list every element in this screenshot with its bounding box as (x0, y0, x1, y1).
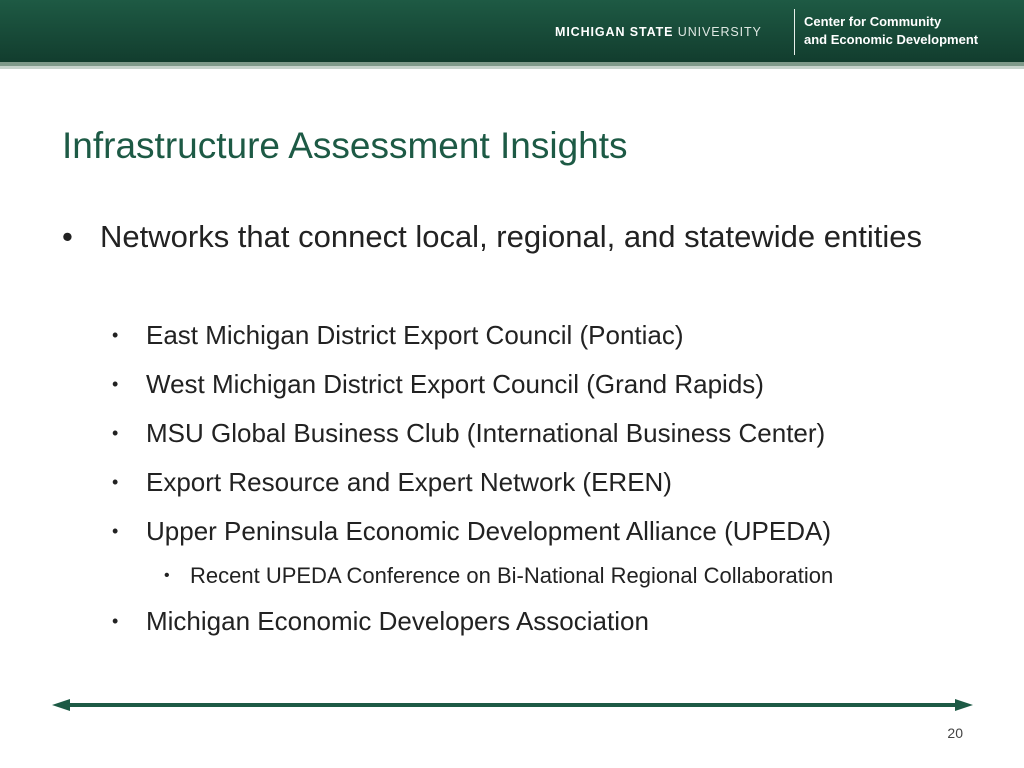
sub-bullet-dot: • (112, 472, 119, 492)
bullet-main-text: Networks that connect local, regional, a… (100, 219, 922, 254)
sub-bullet-dot: • (112, 325, 119, 345)
bullet-dot: • (62, 219, 73, 254)
sub-bullet-text: Michigan Economic Developers Association (146, 606, 649, 636)
sub-bullet-text: East Michigan District Export Council (P… (146, 320, 684, 350)
sub-bullet: • West Michigan District Export Council … (112, 364, 992, 404)
center-name-line1: Center for Community (804, 14, 942, 29)
sub-bullet: • MSU Global Business Club (Internationa… (112, 413, 992, 453)
header-stripe-light (0, 66, 1024, 69)
sub-sub-bullet: • Recent UPEDA Conference on Bi-National… (164, 560, 984, 592)
sub-bullet-text: Upper Peninsula Economic Development All… (146, 516, 831, 546)
sub-sub-bullet-text: Recent UPEDA Conference on Bi-National R… (190, 563, 834, 588)
sub-bullet-text: MSU Global Business Club (International … (146, 418, 826, 448)
sub-bullet: • Upper Peninsula Economic Development A… (112, 511, 992, 551)
header-divider (794, 9, 795, 55)
footer-arrow-right-icon (955, 699, 973, 711)
sub-bullet-dot: • (112, 423, 119, 443)
university-name-light: UNIVERSITY (677, 25, 762, 39)
sub-bullet: • Export Resource and Expert Network (ER… (112, 462, 992, 502)
university-logo-text: MICHIGAN STATE UNIVERSITY (555, 23, 762, 41)
sub-bullet: • Michigan Economic Developers Associati… (112, 601, 992, 641)
slide-title: Infrastructure Assessment Insights (62, 125, 628, 166)
sub-bullet-text: Export Resource and Expert Network (EREN… (146, 467, 672, 497)
sub-bullet-dot: • (112, 374, 119, 394)
university-name-bold: MICHIGAN STATE (555, 25, 674, 39)
sub-bullet-dot: • (112, 611, 119, 631)
sub-bullet-text: West Michigan District Export Council (G… (146, 369, 764, 399)
page-number: 20 (947, 725, 963, 741)
sub-sub-bullet-dot: • (164, 567, 170, 584)
footer-divider (62, 703, 963, 707)
center-name: Center for Community and Economic Develo… (804, 13, 1019, 49)
sub-bullet-dot: • (112, 521, 119, 541)
center-name-line2: and Economic Development (804, 32, 979, 47)
sub-bullet: • East Michigan District Export Council … (112, 315, 992, 355)
